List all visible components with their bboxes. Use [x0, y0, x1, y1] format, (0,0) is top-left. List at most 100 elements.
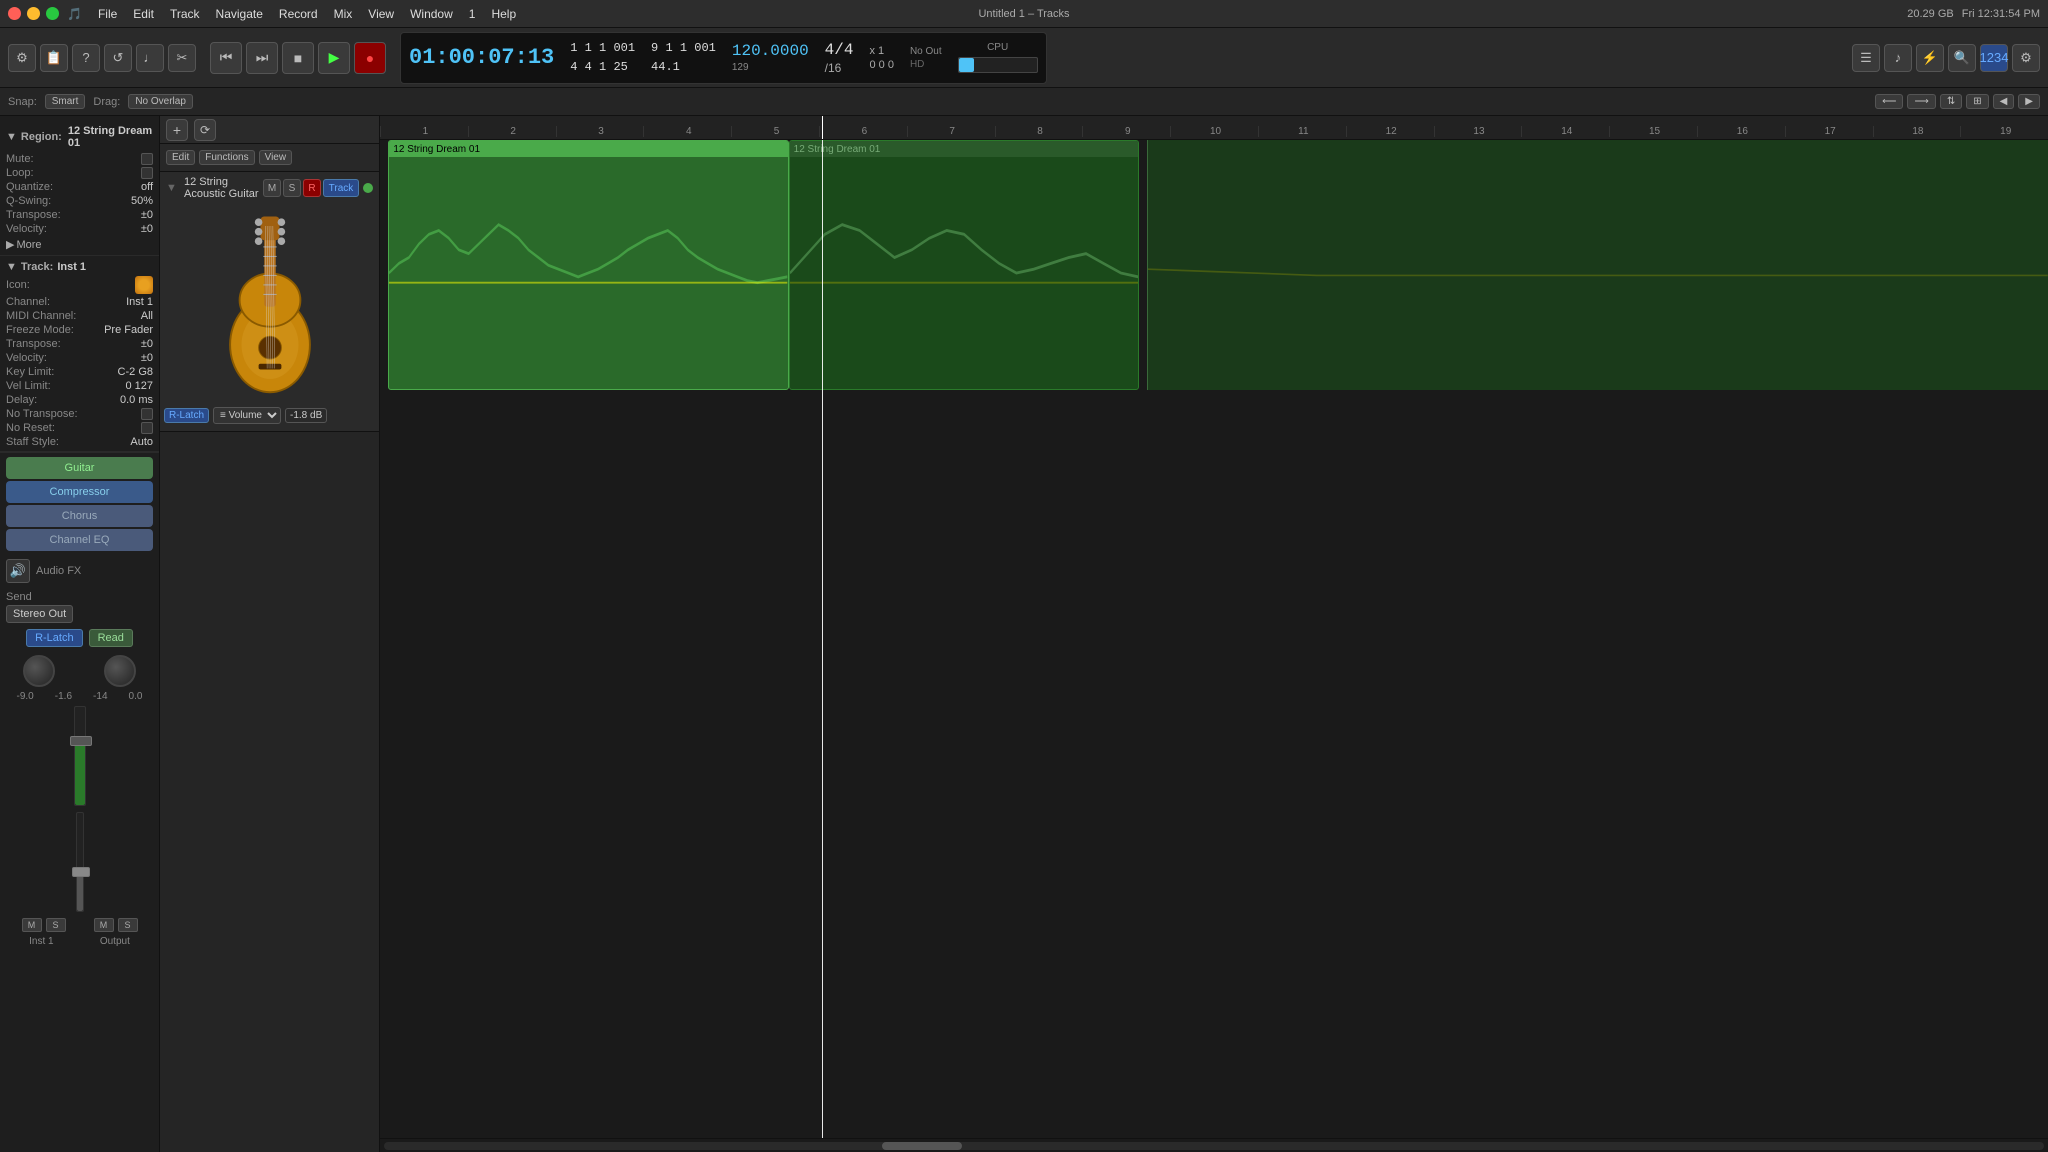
- ruler-mark-14: 14: [1521, 126, 1609, 137]
- volume-select[interactable]: ≡ Volume: [213, 407, 281, 424]
- output-knob[interactable]: [104, 655, 136, 687]
- inst-mute-solo: M S M S: [6, 918, 153, 932]
- global-button[interactable]: ⚙: [2012, 44, 2040, 72]
- track-mute-button[interactable]: M: [263, 179, 281, 197]
- help-button[interactable]: ?: [72, 44, 100, 72]
- track-expand-arrow[interactable]: ▼: [166, 182, 180, 194]
- rlatch-button[interactable]: R-Latch: [26, 629, 83, 647]
- timecode-display: 01:00:07:13: [409, 45, 554, 70]
- ruler-mark-5: 5: [731, 126, 819, 137]
- transport-display: 01:00:07:13 1 1 1 001 4 4 1 25 9 1 1 001…: [400, 32, 1047, 84]
- track-region-trailing[interactable]: [1147, 140, 2048, 390]
- functions-dropdown-button[interactable]: Functions: [199, 150, 254, 165]
- loop-button[interactable]: ⟳: [194, 119, 216, 141]
- view-dropdown-button[interactable]: View: [259, 150, 293, 165]
- scrollbar-thumb[interactable]: [882, 1142, 962, 1150]
- inspector-region-title[interactable]: ▼ Region: 12 String Dream 01: [6, 122, 153, 152]
- time-sig-bottom: /16: [825, 61, 854, 75]
- play-button[interactable]: ▶: [318, 42, 350, 74]
- sort-button[interactable]: ⇅: [1940, 94, 1962, 109]
- scroll-left-button[interactable]: ◀: [1993, 94, 2015, 109]
- horizontal-scrollbar[interactable]: [384, 1142, 2044, 1150]
- menu-edit[interactable]: Edit: [133, 7, 154, 21]
- ruler-mark-10: 10: [1170, 126, 1258, 137]
- chorus-plugin-button[interactable]: Chorus: [6, 505, 153, 527]
- tracks-canvas: 12 String Dream 01 12 String Dream 01: [380, 140, 2048, 1138]
- metronome-button[interactable]: ♩: [136, 44, 164, 72]
- mixer-button[interactable]: ⚡: [1916, 44, 1944, 72]
- output-mute-button[interactable]: M: [94, 918, 114, 932]
- track-region-2[interactable]: 12 String Dream 01: [789, 140, 1139, 390]
- cycle-button[interactable]: ↺: [104, 44, 132, 72]
- timeline-area: 1 2 3 4 5 6 7 8 9 10 11 12 13 14 15 16 1: [380, 116, 2048, 1152]
- browser-button[interactable]: 🔍: [1948, 44, 1976, 72]
- loop-checkbox[interactable]: [141, 167, 153, 179]
- channel-fader[interactable]: [74, 706, 86, 806]
- menu-record[interactable]: Record: [279, 7, 318, 21]
- list-view-button[interactable]: ☰: [1852, 44, 1880, 72]
- minimize-button[interactable]: [27, 7, 40, 20]
- menu-mix[interactable]: Mix: [334, 7, 353, 21]
- channeleq-plugin-button[interactable]: Channel EQ: [6, 529, 153, 551]
- playhead-line: [822, 140, 823, 1138]
- lcd-button[interactable]: ⚙: [8, 44, 36, 72]
- snap-value-button[interactable]: Smart: [45, 94, 86, 109]
- inspector-region-section: ▼ Region: 12 String Dream 01 Mute: Loop:…: [0, 120, 159, 256]
- drag-value-button[interactable]: No Overlap: [128, 94, 193, 109]
- mute-checkbox[interactable]: [141, 153, 153, 165]
- guitar-plugin-button[interactable]: Guitar: [6, 457, 153, 479]
- menu-help[interactable]: Help: [491, 7, 516, 21]
- plugin-area: Guitar Compressor Chorus Channel EQ: [0, 452, 159, 557]
- zoom-in-button[interactable]: ⟶: [1907, 94, 1935, 109]
- no-reset-checkbox[interactable]: [141, 422, 153, 434]
- compressor-plugin-button[interactable]: Compressor: [6, 481, 153, 503]
- menu-1[interactable]: 1: [469, 7, 476, 21]
- track-track-button[interactable]: Track: [323, 179, 359, 197]
- maximize-button[interactable]: [46, 7, 59, 20]
- pan-knob[interactable]: [23, 655, 55, 687]
- inst-solo-button[interactable]: S: [46, 918, 66, 932]
- inspector-track-title[interactable]: ▼ Track: Inst 1: [6, 258, 153, 275]
- tools-button[interactable]: ✂: [168, 44, 196, 72]
- output-fader[interactable]: [76, 812, 84, 912]
- track-solo-button[interactable]: S: [283, 179, 301, 197]
- title-bar: 🎵 File Edit Track Navigate Record Mix Vi…: [0, 0, 2048, 28]
- track-icon[interactable]: [135, 276, 153, 294]
- read-button[interactable]: Read: [89, 629, 133, 647]
- ruler-mark-11: 11: [1258, 126, 1346, 137]
- piano-roll-button[interactable]: ♪: [1884, 44, 1912, 72]
- grid-button[interactable]: ⊞: [1966, 94, 1988, 109]
- scroll-right-button[interactable]: ▶: [2018, 94, 2040, 109]
- menu-window[interactable]: Window: [410, 7, 453, 21]
- add-track-button[interactable]: +: [166, 119, 188, 141]
- record-button[interactable]: ●: [354, 42, 386, 74]
- rewind-button[interactable]: ⏮: [210, 42, 242, 74]
- ruler-mark-16: 16: [1697, 126, 1785, 137]
- more-button[interactable]: ▶ More: [6, 236, 153, 253]
- menu-track[interactable]: Track: [170, 7, 200, 21]
- audio-fx-toggle[interactable]: 🔊: [6, 559, 30, 583]
- close-button[interactable]: [8, 7, 21, 20]
- forward-button[interactable]: ⏭: [246, 42, 278, 74]
- title-bar-right: 20.29 GB Fri 12:31:54 PM: [1907, 8, 2040, 20]
- ruler-mark-15: 15: [1609, 126, 1697, 137]
- stereo-out-button[interactable]: Stereo Out: [6, 605, 73, 623]
- track-record-button[interactable]: R: [303, 179, 321, 197]
- menu-file[interactable]: File: [98, 7, 117, 21]
- zoom-out-button[interactable]: ⟵: [1875, 94, 1903, 109]
- menu-view[interactable]: View: [368, 7, 394, 21]
- inst-mute-button[interactable]: M: [22, 918, 42, 932]
- edit-dropdown-button[interactable]: Edit: [166, 150, 195, 165]
- no-transpose-checkbox[interactable]: [141, 408, 153, 420]
- track-rlatch-button[interactable]: R-Latch: [164, 408, 209, 423]
- stop-button[interactable]: ■: [282, 42, 314, 74]
- output-solo-button[interactable]: S: [118, 918, 138, 932]
- ruler-mark-18: 18: [1873, 126, 1961, 137]
- inspector-velocity-row: Velocity: ±0: [6, 222, 153, 236]
- menu-navigate[interactable]: Navigate: [216, 7, 263, 21]
- inspector-mute-row: Mute:: [6, 152, 153, 166]
- settings-button[interactable]: 📋: [40, 44, 68, 72]
- plugin-button[interactable]: 1234: [1980, 44, 2008, 72]
- inspector-midi-channel-row: MIDI Channel: All: [6, 309, 153, 323]
- track-region-1[interactable]: 12 String Dream 01: [388, 140, 788, 390]
